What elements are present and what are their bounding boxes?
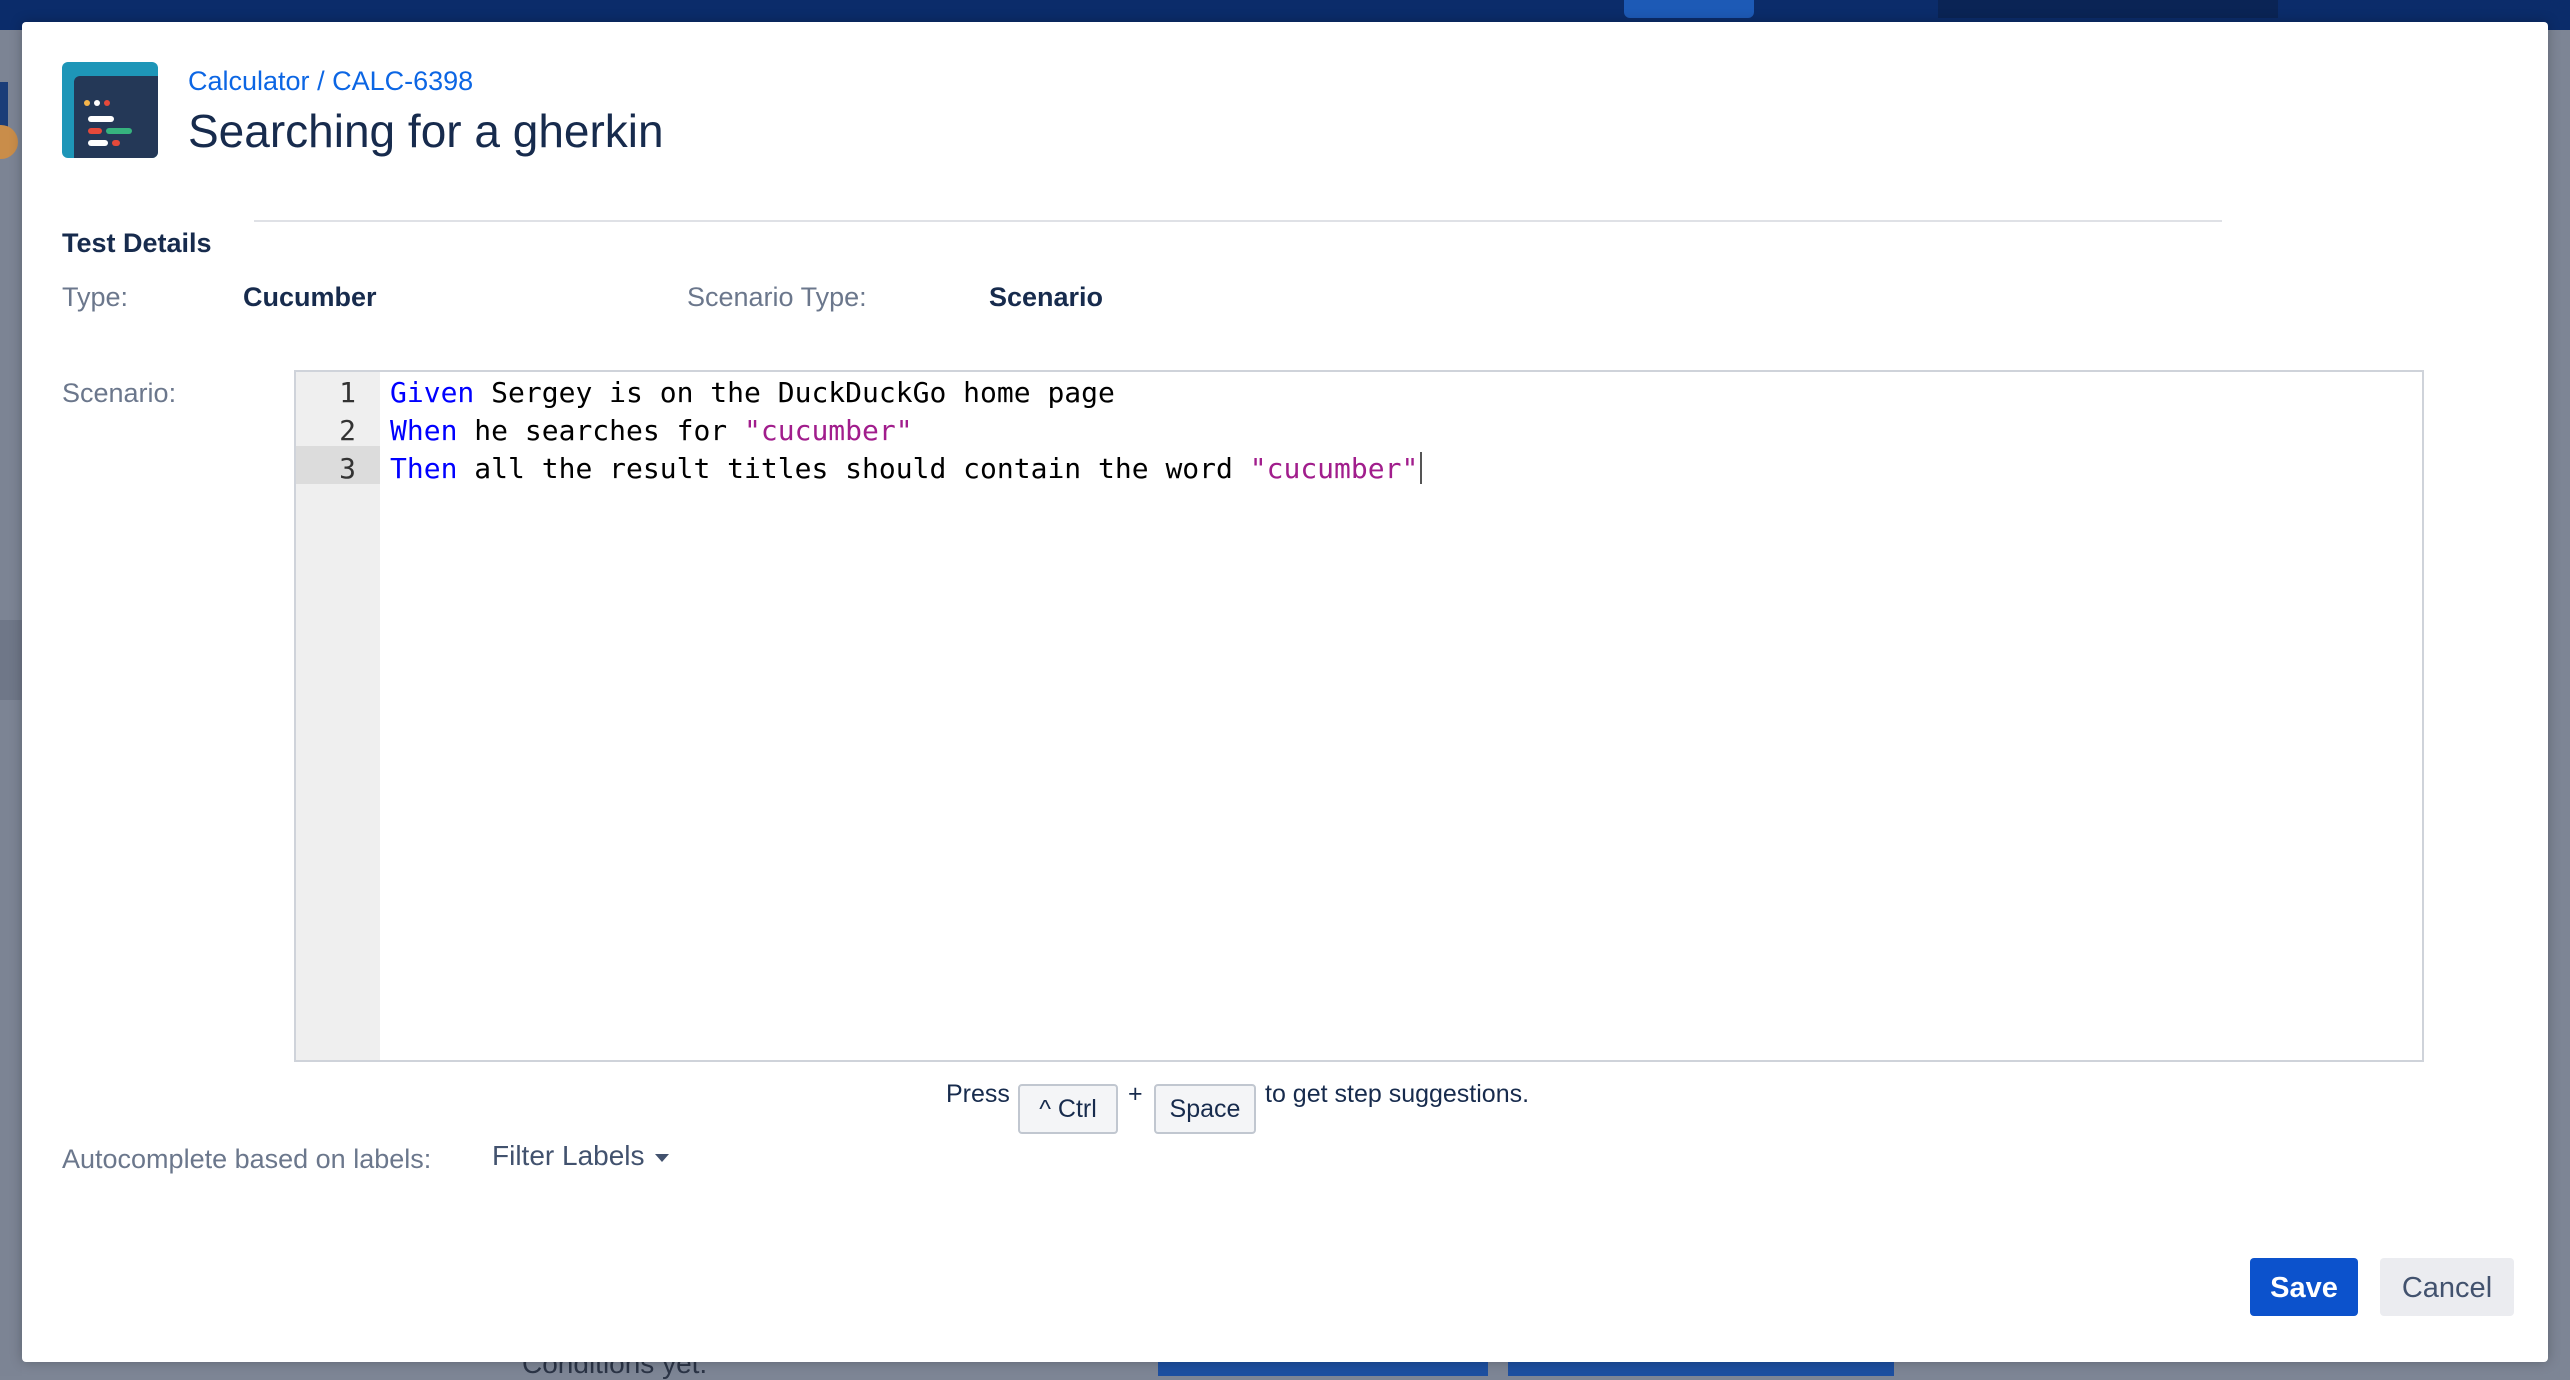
chevron-down-icon <box>654 1153 669 1162</box>
scenario-type-value: Scenario <box>989 282 1104 312</box>
cancel-button[interactable]: Cancel <box>2380 1258 2514 1316</box>
line-number: 3 <box>339 452 356 485</box>
filter-labels-dropdown[interactable]: Filter Labels <box>492 1140 669 1172</box>
breadcrumb: Calculator / CALC-6398 <box>188 66 473 97</box>
code-line[interactable]: Given Sergey is on the DuckDuckGo home p… <box>390 376 1115 409</box>
line-number-gutter: 1 2 3 <box>296 372 380 1060</box>
gherkin-keyword: Then <box>390 452 458 485</box>
scenario-code-editor[interactable]: 1 2 3 Given Sergey is on the DuckDuckGo … <box>294 370 2424 1062</box>
code-line[interactable]: Then all the result titles should contai… <box>390 452 1423 486</box>
background-sidebar <box>0 30 22 1376</box>
breadcrumb-separator: / <box>317 66 325 96</box>
scenario-label: Scenario: <box>62 378 177 408</box>
line-number: 1 <box>339 376 356 409</box>
gherkin-keyword: Given <box>390 376 475 409</box>
ctrl-key: ^ Ctrl <box>1018 1084 1118 1134</box>
breadcrumb-project-link[interactable]: Calculator <box>188 66 310 96</box>
background-nav-button <box>1624 0 1754 18</box>
autocomplete-label: Autocomplete based on labels: <box>62 1144 432 1174</box>
section-divider <box>254 220 2222 222</box>
section-title: Test Details <box>62 228 212 258</box>
background-avatar <box>0 125 18 159</box>
text-cursor <box>1420 452 1423 484</box>
filter-labels-text: Filter Labels <box>492 1140 645 1171</box>
code-string: "cucumber" <box>1249 452 1419 485</box>
line-number: 2 <box>339 414 356 447</box>
type-label: Type: <box>62 282 129 312</box>
code-text: Sergey is on the DuckDuckGo home page <box>474 376 1115 409</box>
breadcrumb-issue-link[interactable]: CALC-6398 <box>332 66 473 96</box>
issue-title: Searching for a gherkin <box>188 105 664 157</box>
code-text: all the result titles should contain the… <box>457 452 1250 485</box>
code-string: "cucumber" <box>744 414 913 447</box>
background-search-bar <box>1938 0 2278 18</box>
hint-press: Press <box>946 1080 1010 1108</box>
code-text: he searches for <box>457 414 745 447</box>
type-value: Cucumber <box>243 282 377 312</box>
space-key: Space <box>1154 1084 1256 1134</box>
code-line[interactable]: When he searches for "cucumber" <box>390 414 913 447</box>
edit-test-details-dialog: Calculator / CALC-6398 Searching for a g… <box>22 22 2548 1362</box>
scenario-type-label: Scenario Type: <box>687 282 867 312</box>
background-sidebar-highlight <box>0 620 22 700</box>
gherkin-keyword: When <box>390 414 458 447</box>
hint-suffix: to get step suggestions. <box>1265 1080 1530 1108</box>
save-button[interactable]: Save <box>2250 1258 2358 1316</box>
hint-plus: + <box>1128 1080 1143 1108</box>
test-issue-type-icon <box>62 62 158 158</box>
